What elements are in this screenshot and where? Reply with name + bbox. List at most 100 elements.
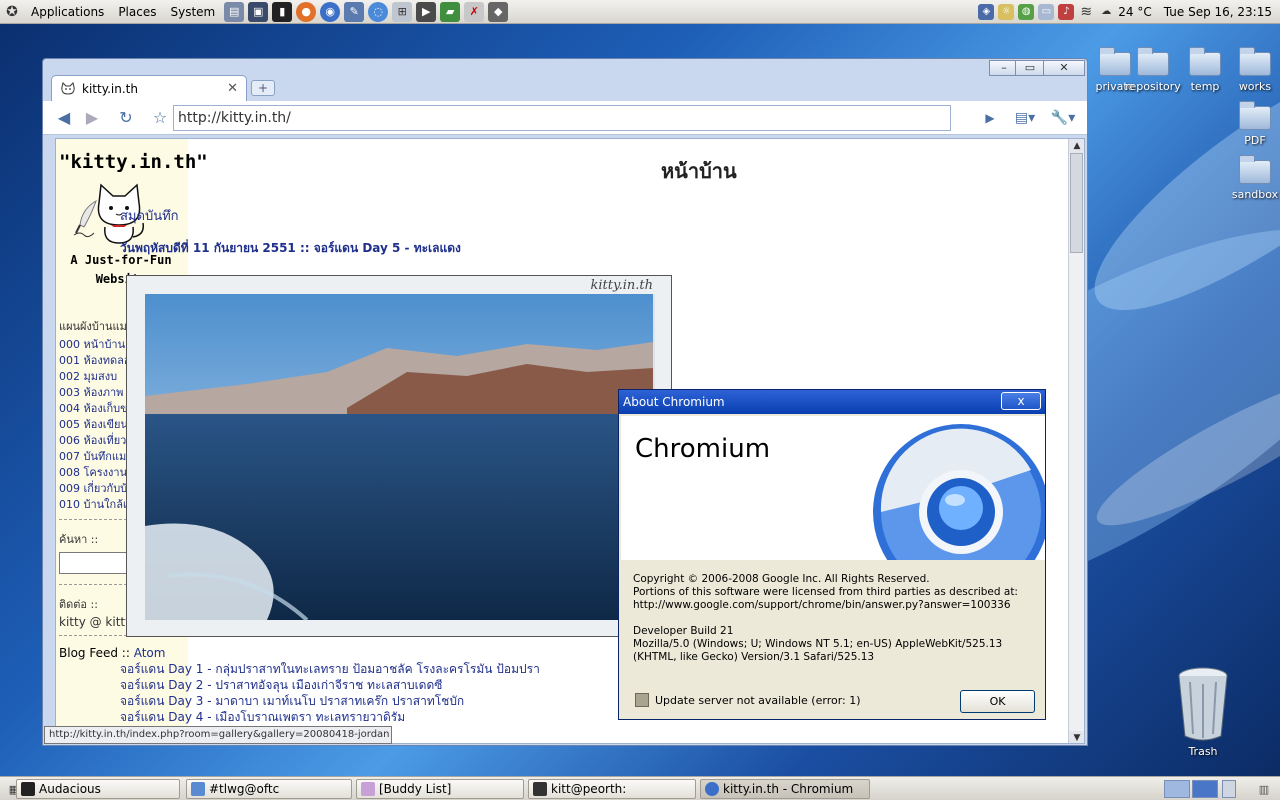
reload-button[interactable]: ↻: [113, 107, 139, 129]
wallpaper-streak: [1083, 353, 1280, 547]
folder-icon: [1137, 47, 1169, 76]
media-launcher-icon[interactable]: ▶: [416, 1, 437, 22]
featured-photo[interactable]: kitty.in.th: [126, 275, 672, 637]
nav-num: 006: [59, 434, 80, 447]
task-terminal[interactable]: kitt@peorth: ~/works/w...: [528, 779, 696, 799]
folder-icon: [1239, 101, 1271, 130]
tray-wifi-icon[interactable]: ≋: [1078, 4, 1094, 20]
go-button[interactable]: ▶: [977, 107, 1003, 129]
new-tab-button[interactable]: +: [251, 80, 275, 96]
workspace-3[interactable]: [1222, 780, 1236, 798]
clock[interactable]: Tue Sep 16, 23:15: [1164, 5, 1272, 19]
terminal-launcher-icon[interactable]: ▮: [272, 1, 293, 22]
tray-battery-icon[interactable]: ▭: [1038, 3, 1055, 20]
menu-places[interactable]: Places: [111, 0, 163, 24]
bookmark-star-icon[interactable]: ☆: [147, 107, 173, 129]
back-button[interactable]: ◀: [51, 107, 77, 129]
status-bubble: http://kitty.in.th/index.php?room=galler…: [44, 726, 392, 744]
desktop-icon-works[interactable]: works: [1226, 47, 1280, 93]
screenshot-launcher-icon[interactable]: ▣: [248, 1, 269, 22]
window-close-button[interactable]: ✕: [1043, 60, 1085, 76]
chromium-launcher-icon[interactable]: ◉: [320, 1, 341, 22]
scroll-down-icon[interactable]: ▼: [1069, 731, 1084, 743]
nav-label: ห้องเที่ยว: [83, 434, 127, 447]
task-buddy-list[interactable]: [Buddy List]: [356, 779, 524, 799]
page-menu-icon[interactable]: ▤▾: [1007, 107, 1043, 129]
copyright-text: Copyright © 2006-2008 Google Inc. All Ri…: [633, 573, 930, 585]
ok-button[interactable]: OK: [960, 690, 1035, 713]
tab-close-icon[interactable]: ✕: [227, 81, 238, 96]
trash-icon: [1178, 667, 1228, 741]
desktop-icon-label: repository: [1125, 80, 1181, 93]
task-irc[interactable]: #tlwg@oftc: [186, 779, 352, 799]
terminal-icon: [533, 782, 547, 796]
product-name: Chromium: [635, 434, 771, 464]
nav-label: ห้องภาพ: [83, 386, 124, 399]
desktop-icon-label: sandbox: [1231, 188, 1279, 201]
about-dialog: About Chromium x Chromium Copyright © 20…: [618, 389, 1046, 720]
forward-button[interactable]: ▶: [79, 107, 105, 129]
trash-applet-icon[interactable]: ▥: [1254, 779, 1274, 799]
task-label: kitty.in.th - Chromium: [723, 782, 854, 796]
nav-num: 008: [59, 466, 80, 479]
address-bar[interactable]: http://kitty.in.th/: [173, 105, 951, 131]
editor-launcher-icon[interactable]: ✎: [344, 1, 365, 22]
bottom-panel: ▦ Audacious #tlwg@oftc [Buddy List] kitt…: [0, 776, 1280, 800]
task-chromium[interactable]: kitty.in.th - Chromium: [700, 779, 870, 799]
day-link-1[interactable]: จอร์แดน Day 1 - กลุ่มปราสาทในทะเลทราย ป้…: [120, 661, 540, 677]
tab-title: kitty.in.th: [82, 81, 138, 96]
system-tray: ◈ ☼ ◍ ▭ ♪ ≋ ☁ 24 °C Tue Sep 16, 23:15: [978, 3, 1280, 20]
wrench-menu-icon[interactable]: 🔧▾: [1045, 107, 1081, 129]
day-link-3[interactable]: จอร์แดน Day 3 - มาดาบา เมาท์เนโบ ปราสาทเ…: [120, 693, 540, 709]
tray-network-icon[interactable]: ◈: [978, 3, 995, 20]
page-scrollbar[interactable]: ▲ ▼: [1068, 139, 1084, 743]
journal-link[interactable]: สมุดบันทึก: [120, 205, 179, 226]
nav-num: 010: [59, 498, 80, 511]
temperature-readout[interactable]: 24 °C: [1118, 5, 1151, 19]
window-maximize-button[interactable]: ▭: [1015, 60, 1045, 76]
desktop-icon-label: Trash: [1188, 745, 1218, 758]
gimp-launcher-icon[interactable]: ◆: [488, 1, 509, 22]
update-status-text: Update server not available (error: 1): [655, 693, 861, 707]
build-version: Developer Build 21: [633, 625, 734, 637]
network-launcher-icon[interactable]: ▤: [224, 1, 245, 22]
tab-kitty[interactable]: kitty.in.th ✕: [51, 75, 247, 101]
desktop-icon-trash[interactable]: Trash: [1172, 666, 1234, 758]
task-audacious[interactable]: Audacious: [16, 779, 180, 799]
chat-launcher-icon[interactable]: ◌: [368, 1, 389, 22]
firefox-launcher-icon[interactable]: ●: [296, 1, 317, 22]
book-launcher-icon[interactable]: ▰: [440, 1, 461, 22]
update-status: Update server not available (error: 1): [635, 693, 861, 707]
folder-icon: [1239, 47, 1271, 76]
nav-label: มุมสงบ: [83, 370, 118, 383]
nav-num: 001: [59, 354, 80, 367]
tray-volume-icon[interactable]: ♪: [1058, 3, 1075, 20]
blog-feed-label: Blog Feed ::: [59, 646, 130, 660]
desktop-icon-pdf[interactable]: PDF: [1226, 101, 1280, 147]
tray-update-icon[interactable]: ◍: [1018, 3, 1035, 20]
nav-num: 000: [59, 338, 80, 351]
workspace-2[interactable]: [1192, 780, 1218, 798]
scroll-thumb[interactable]: [1070, 153, 1083, 253]
day-link-2[interactable]: จอร์แดน Day 2 - ปราสาทอัจลุน เมืองเก่าจี…: [120, 677, 540, 693]
tools-launcher-icon[interactable]: ✗: [464, 1, 485, 22]
workspace-1[interactable]: [1164, 780, 1190, 798]
day-link-4[interactable]: จอร์แดน Day 4 - เมืองโบราณเพตรา ทะเลทราย…: [120, 709, 540, 725]
menu-system[interactable]: System: [163, 0, 222, 24]
atom-feed-link[interactable]: Atom: [134, 646, 166, 660]
ubuntu-logo-icon[interactable]: ✪: [2, 2, 22, 22]
desktop-icon-repository[interactable]: repository: [1124, 47, 1182, 93]
nav-num: 005: [59, 418, 80, 431]
desktop-icon-sandbox[interactable]: sandbox: [1226, 155, 1280, 201]
pidgin-icon: [361, 782, 375, 796]
dialog-close-button[interactable]: x: [1001, 392, 1041, 410]
desktop-icon-label: temp: [1190, 80, 1220, 93]
license-url[interactable]: http://www.google.com/support/chrome/bin…: [633, 599, 1037, 612]
journal-entry-link[interactable]: วันพฤหัสบดีที่ 11 กันยายน 2551 :: จอร์แด…: [120, 239, 461, 258]
desktop-icon-label: PDF: [1244, 134, 1266, 147]
scroll-up-icon[interactable]: ▲: [1069, 139, 1084, 153]
menu-applications[interactable]: Applications: [24, 0, 111, 24]
day-links: จอร์แดน Day 1 - กลุ่มปราสาทในทะเลทราย ป้…: [120, 661, 540, 725]
tray-weather-icon[interactable]: ☼: [998, 3, 1015, 20]
remote-launcher-icon[interactable]: ⊞: [392, 1, 413, 22]
